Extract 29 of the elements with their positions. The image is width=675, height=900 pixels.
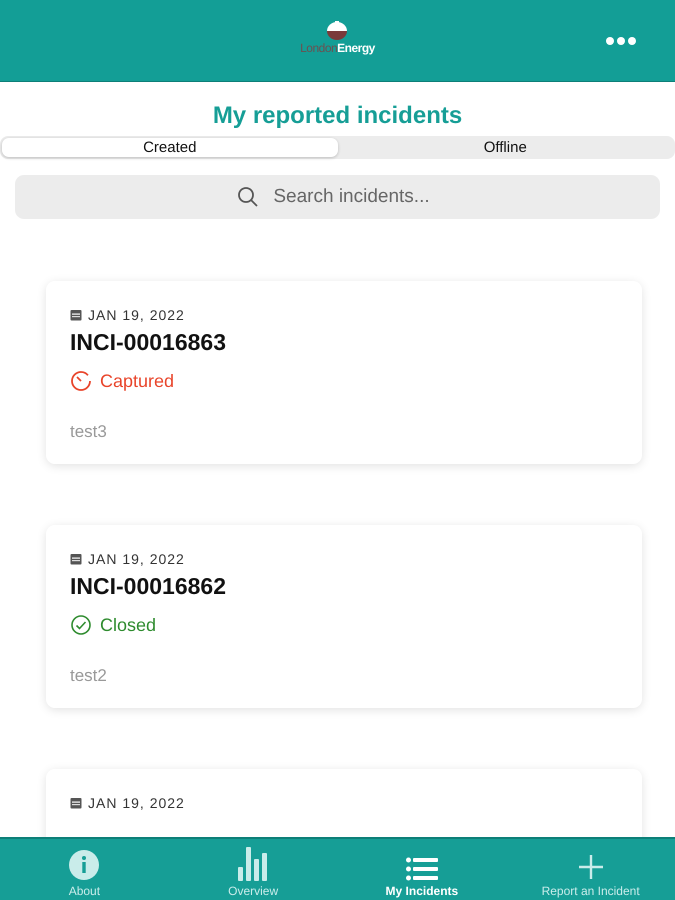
calendar-icon	[70, 797, 82, 809]
incident-card[interactable]: JAN 19, 2022	[46, 769, 642, 837]
bar-chart-icon	[237, 847, 270, 881]
incident-number: INCI-00016862	[70, 573, 227, 600]
incident-date: JAN 19, 2022	[88, 551, 185, 567]
incident-status: Captured	[100, 370, 174, 392]
incident-description: test2	[70, 666, 108, 686]
more-icon[interactable]	[605, 36, 637, 46]
check-circle-icon	[70, 614, 92, 636]
calendar-icon	[70, 553, 82, 565]
timer-icon	[70, 370, 92, 392]
incident-number: INCI-00016863	[70, 329, 227, 356]
plus-icon	[576, 853, 605, 881]
logo-text: Energy	[337, 40, 375, 54]
search-icon	[237, 186, 259, 208]
search-field[interactable]: Search incidents...	[15, 175, 660, 219]
segment-tab[interactable]: Offline	[338, 138, 673, 157]
incident-status: Closed	[100, 614, 156, 636]
page-title: My reported incidents	[212, 102, 464, 130]
incident-date: JAN 19, 2022	[88, 307, 185, 323]
info-icon	[68, 849, 100, 881]
calendar-icon	[70, 309, 82, 321]
incident-description: test3	[70, 422, 108, 442]
incident-card[interactable]: JAN 19, 2022 INCI-00016862 Closed test2	[46, 525, 642, 708]
logo-text: London	[300, 40, 338, 54]
incident-date: JAN 19, 2022	[88, 795, 185, 811]
segment-tab[interactable]: Created	[2, 138, 338, 157]
incident-card[interactable]: JAN 19, 2022 INCI-00016863 Captured test3	[46, 281, 642, 464]
list-icon	[406, 857, 438, 881]
